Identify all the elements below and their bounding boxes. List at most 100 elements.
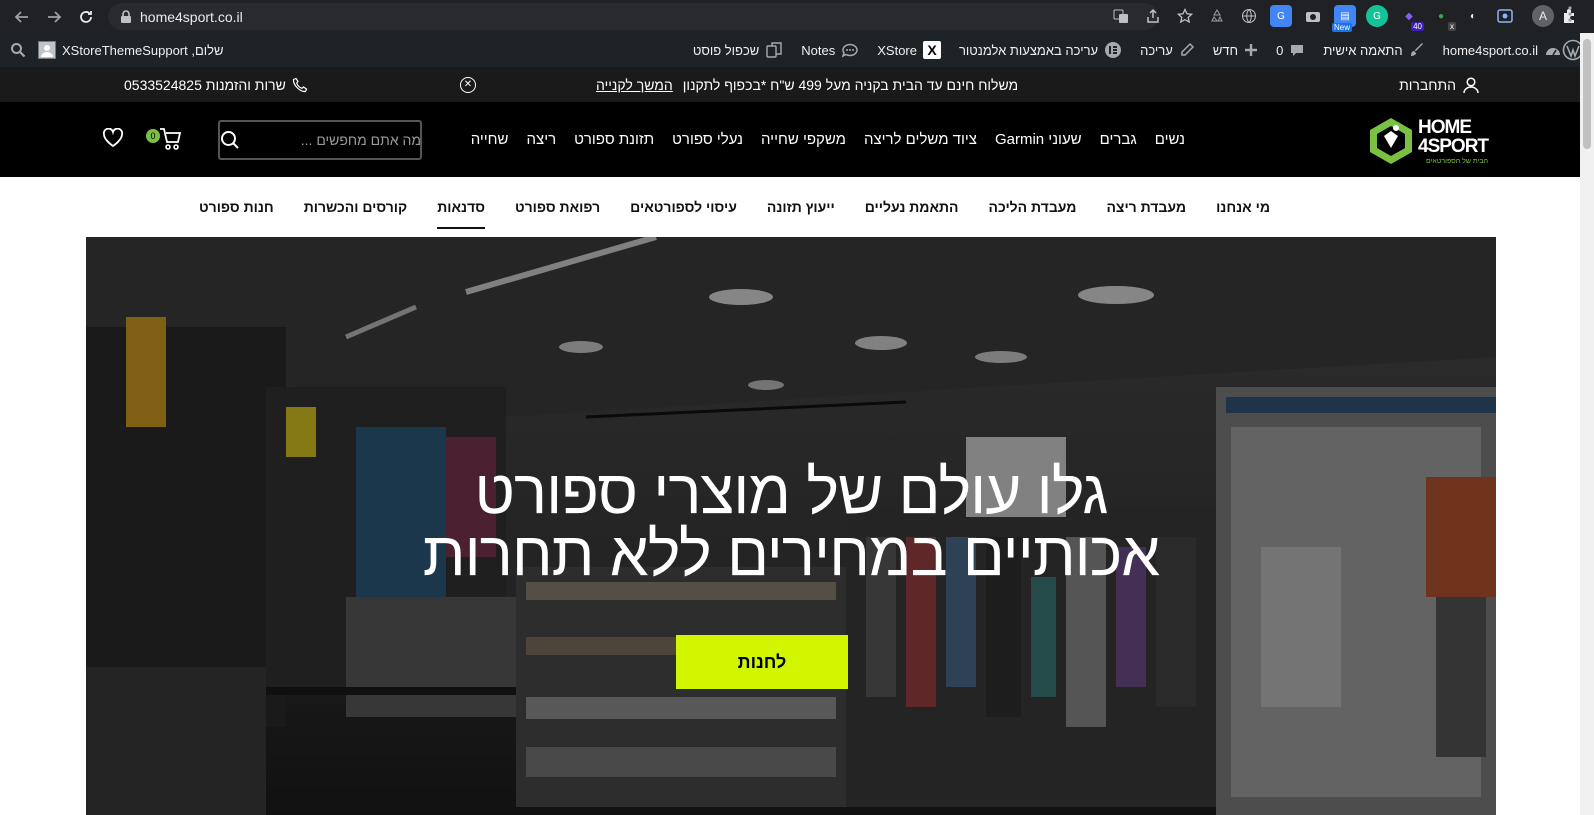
hero-banner: גלו עולם של מוצרי ספורט אכותיים במחירים … <box>86 237 1496 815</box>
admin-comments[interactable]: 0 <box>1276 42 1305 58</box>
admin-edit-text: עריכה <box>1140 42 1173 58</box>
search-box <box>218 120 431 160</box>
browser-nav <box>0 5 108 29</box>
phone-icon <box>292 77 308 93</box>
user-avatar-icon <box>38 41 56 59</box>
admin-comments-count: 0 <box>1276 42 1284 58</box>
admin-edit[interactable]: עריכה <box>1140 42 1195 58</box>
subnav-shoe-fitting[interactable]: התאמת נעליים <box>865 191 959 223</box>
admin-notes[interactable]: Notes <box>801 42 859 58</box>
admin-site-name[interactable]: home4sport.co.il <box>1443 42 1562 58</box>
promo-message: ✕ המשך לקנייה משלוח חינם עד הבית בקניה מ… <box>460 67 1018 102</box>
continue-shopping-link[interactable]: המשך לקנייה <box>596 77 673 93</box>
pencil-icon <box>1179 42 1195 58</box>
screen-icon[interactable] <box>1494 5 1516 27</box>
subnav-sports-massage[interactable]: עיסוי לספורטאים <box>630 191 737 223</box>
cart-button[interactable]: 0 <box>146 127 182 151</box>
subnav-nutrition-advice[interactable]: ייעוץ תזונה <box>767 191 835 223</box>
admin-customize-text: התאמה אישית <box>1323 42 1403 58</box>
back-icon[interactable] <box>10 5 34 29</box>
phone-contact[interactable]: שרות והזמנות 0533524825 <box>124 67 308 102</box>
admin-new[interactable]: חדש <box>1213 43 1258 58</box>
nav-sport-shoes[interactable]: נעלי ספורט <box>672 131 743 148</box>
admin-bar-items: home4sport.co.il התאמה אישית 0 חדש עריכה… <box>693 33 1562 67</box>
star-icon[interactable] <box>1174 5 1196 27</box>
login-link[interactable]: התחברות <box>1399 67 1480 102</box>
share-icon[interactable] <box>1142 5 1164 27</box>
camera-icon[interactable] <box>1302 5 1324 27</box>
admin-customize[interactable]: התאמה אישית <box>1323 42 1424 58</box>
google-translate-icon[interactable]: G <box>1270 5 1292 27</box>
sidebar-icon[interactable] <box>1590 5 1594 27</box>
address-bar[interactable]: home4sport.co.il <box>108 3 1158 30</box>
logo-line1: HOME <box>1418 116 1472 138</box>
reload-icon[interactable] <box>74 5 98 29</box>
profile-avatar[interactable]: A <box>1532 5 1554 27</box>
site-header: HOME 4SPORT הבית של הספורטאים נשים גברים… <box>0 102 1580 177</box>
close-icon[interactable]: ✕ <box>460 76 476 93</box>
shop-button[interactable]: לחנות <box>676 635 848 689</box>
recycle-icon[interactable] <box>1206 5 1228 27</box>
subnav-running-lab[interactable]: מעבדת ריצה <box>1106 191 1186 223</box>
secondary-nav: מי אנחנו מעבדת ריצה מעבדת הליכה התאמת נע… <box>0 177 1580 237</box>
browser-toolbar: home4sport.co.il G ▤New G ◆40 ●x ◐ ✎ A <box>0 0 1594 33</box>
translate-icon[interactable] <box>1110 5 1132 27</box>
login-text: התחברות <box>1399 76 1456 93</box>
ext-swirl-icon[interactable]: ◐ <box>1462 5 1484 27</box>
hero-title: גלו עולם של מוצרי ספורט אכותיים במחירים … <box>86 462 1496 586</box>
admin-duplicate-text: שכפול פוסט <box>692 42 760 58</box>
admin-xstore[interactable]: X XStore <box>877 41 941 59</box>
ext-40-icon[interactable]: ◆ 40 <box>1398 5 1424 31</box>
subnav-walking-lab[interactable]: מעבדת הליכה <box>989 191 1077 223</box>
page-scrollbar[interactable] <box>1580 33 1594 815</box>
search-icon[interactable] <box>10 42 26 58</box>
nav-sport-nutrition[interactable]: תזונת ספורט <box>574 131 654 148</box>
lock-icon[interactable] <box>108 9 134 24</box>
nav-swim-goggles[interactable]: משקפי שחייה <box>761 131 846 148</box>
hero-title-line1: גלו עולם של מוצרי ספורט <box>474 458 1108 527</box>
subnav-courses[interactable]: קורסים והכשרות <box>304 191 407 223</box>
nav-running-gear[interactable]: ציוד משלים לריצה <box>864 131 977 148</box>
subnav-sport-shop[interactable]: חנות ספורט <box>199 191 274 223</box>
comment-icon <box>1289 42 1305 58</box>
admin-notes-text: Notes <box>801 42 836 58</box>
shipping-message: משלוח חינם עד הבית בקניה מעל 499 ש"ח *בכ… <box>682 76 1019 93</box>
grammarly-icon[interactable]: G <box>1366 5 1388 27</box>
heart-icon[interactable] <box>102 128 124 148</box>
plus-icon <box>1244 43 1258 57</box>
ext-x-icon[interactable]: ● x <box>1430 5 1456 31</box>
site-logo[interactable]: HOME 4SPORT הבית של הספורטאים <box>1368 114 1489 168</box>
new-ext-icon[interactable]: ▤ New <box>1332 5 1356 32</box>
xstore-icon: X <box>922 41 941 59</box>
admin-elementor-text: עריכה באמצעות אלמנטור <box>958 42 1099 58</box>
subnav-about[interactable]: מי אנחנו <box>1216 191 1270 223</box>
ext-count-badge: 40 <box>1411 22 1424 31</box>
subnav-workshops[interactable]: סדנאות <box>437 191 485 229</box>
admin-elementor[interactable]: עריכה באמצעות אלמנטור <box>959 41 1122 59</box>
nav-swimming[interactable]: שחייה <box>471 131 509 148</box>
subnav-sports-medicine[interactable]: רפואת ספורט <box>515 191 600 223</box>
admin-xstore-text: XStore <box>877 42 917 58</box>
chat-bubble-icon <box>841 42 859 58</box>
copy-icon <box>765 41 783 59</box>
nav-garmin[interactable]: שעוני Garmin <box>995 131 1082 148</box>
elementor-icon <box>1104 41 1122 59</box>
search-input[interactable] <box>240 122 431 158</box>
globe-icon[interactable] <box>1238 5 1260 27</box>
extensions-area: G ▤New G ◆40 ●x ◐ ✎ <box>1110 5 1594 32</box>
logo-text: HOME 4SPORT הבית של הספורטאים <box>1418 116 1489 165</box>
cart-count-badge: 0 <box>146 129 160 143</box>
admin-user-menu[interactable]: שלום, XStoreThemeSupport <box>38 41 224 59</box>
kebab-menu-icon[interactable] <box>1568 6 1572 22</box>
nav-running[interactable]: ריצה <box>527 131 557 148</box>
url-text[interactable]: home4sport.co.il <box>134 9 243 25</box>
nav-women[interactable]: נשים <box>1155 131 1185 148</box>
search-icon[interactable] <box>220 130 240 150</box>
nav-men[interactable]: גברים <box>1100 131 1137 148</box>
logo-line2: 4SPORT <box>1418 135 1489 157</box>
scrollbar-thumb[interactable] <box>1583 39 1591 149</box>
forward-icon[interactable] <box>42 5 66 29</box>
admin-bar-left: שלום, XStoreThemeSupport <box>10 33 224 67</box>
admin-duplicate[interactable]: שכפול פוסט <box>693 41 783 59</box>
promo-bar: התחברות ✕ המשך לקנייה משלוח חינם עד הבית… <box>0 67 1580 102</box>
